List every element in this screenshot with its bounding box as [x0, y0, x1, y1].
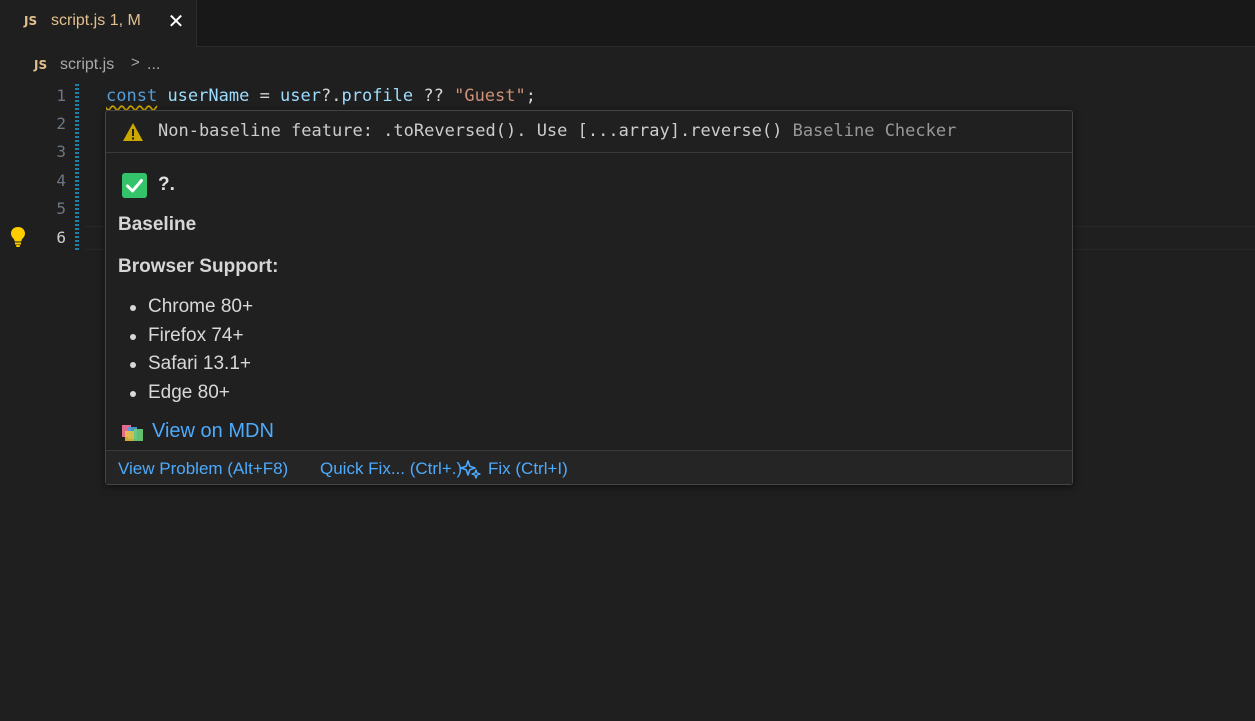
baseline-status: Baseline	[118, 214, 197, 235]
line-number: 3	[56, 142, 66, 161]
code-keyword: const	[106, 86, 158, 106]
code-string: "Guest"	[454, 86, 526, 106]
feature-name: ?.	[158, 174, 175, 195]
breadcrumb-symbols[interactable]: ...	[147, 56, 160, 74]
code-operator: ?.	[321, 86, 342, 106]
diagnostic-source: Baseline Checker	[792, 121, 957, 141]
code-identifier: user	[280, 86, 321, 106]
diagnostic-message: Non-baseline feature: .toReversed(). Use…	[158, 121, 957, 141]
line-number-active: 6	[56, 228, 66, 247]
tab-script-js[interactable]: JS script.js 1, M ✕	[0, 0, 197, 47]
code-line-1[interactable]: const userName = user?.profile ?? "Guest…	[106, 84, 536, 108]
browser-support-heading: Browser Support:	[118, 256, 279, 277]
hover-widget: Non-baseline feature: .toReversed(). Use…	[105, 110, 1073, 485]
list-item: Safari 13.1+	[106, 350, 253, 379]
close-icon[interactable]: ✕	[164, 9, 188, 33]
code-identifier: profile	[341, 86, 414, 106]
warning-icon	[123, 123, 143, 141]
breadcrumb-file[interactable]: script.js	[60, 56, 114, 74]
fix-link[interactable]: Fix (Ctrl+I)	[460, 459, 568, 479]
line-number: 1	[56, 86, 66, 105]
js-file-icon: JS	[24, 14, 38, 28]
fix-label: Fix (Ctrl+I)	[488, 459, 568, 478]
code-operator: =	[249, 86, 281, 106]
code-operator: ??	[413, 86, 455, 106]
quick-fix-link[interactable]: Quick Fix... (Ctrl+.)	[320, 459, 462, 479]
lightbulb-icon[interactable]	[9, 226, 27, 248]
browser-support-list: Chrome 80+ Firefox 74+ Safari 13.1+ Edge…	[106, 293, 253, 407]
code-identifier: userName	[167, 86, 250, 106]
breadcrumb: JS script.js > ...	[0, 50, 400, 80]
line-number: 4	[56, 171, 66, 190]
list-item: Firefox 74+	[106, 322, 253, 351]
list-item: Chrome 80+	[106, 293, 253, 322]
chevron-right-icon: >	[131, 54, 140, 71]
sparkle-icon	[460, 460, 481, 479]
diagnostic-row: Non-baseline feature: .toReversed(). Use…	[106, 111, 1072, 153]
modified-lines-indicator[interactable]	[75, 84, 79, 250]
tab-label: script.js 1, M	[51, 12, 141, 29]
view-problem-link[interactable]: View Problem (Alt+F8)	[118, 459, 288, 479]
tab-bar: JS script.js 1, M ✕	[0, 0, 1255, 47]
code-punctuation: ;	[525, 86, 536, 106]
view-on-mdn-link[interactable]: View on MDN	[152, 420, 274, 443]
check-icon	[122, 173, 147, 198]
js-file-icon: JS	[34, 58, 48, 72]
mdn-icon	[122, 425, 143, 441]
line-number: 5	[56, 199, 66, 218]
list-item: Edge 80+	[106, 379, 253, 408]
hover-actions-bar: View Problem (Alt+F8) Quick Fix... (Ctrl…	[106, 450, 1072, 484]
line-number: 2	[56, 114, 66, 133]
